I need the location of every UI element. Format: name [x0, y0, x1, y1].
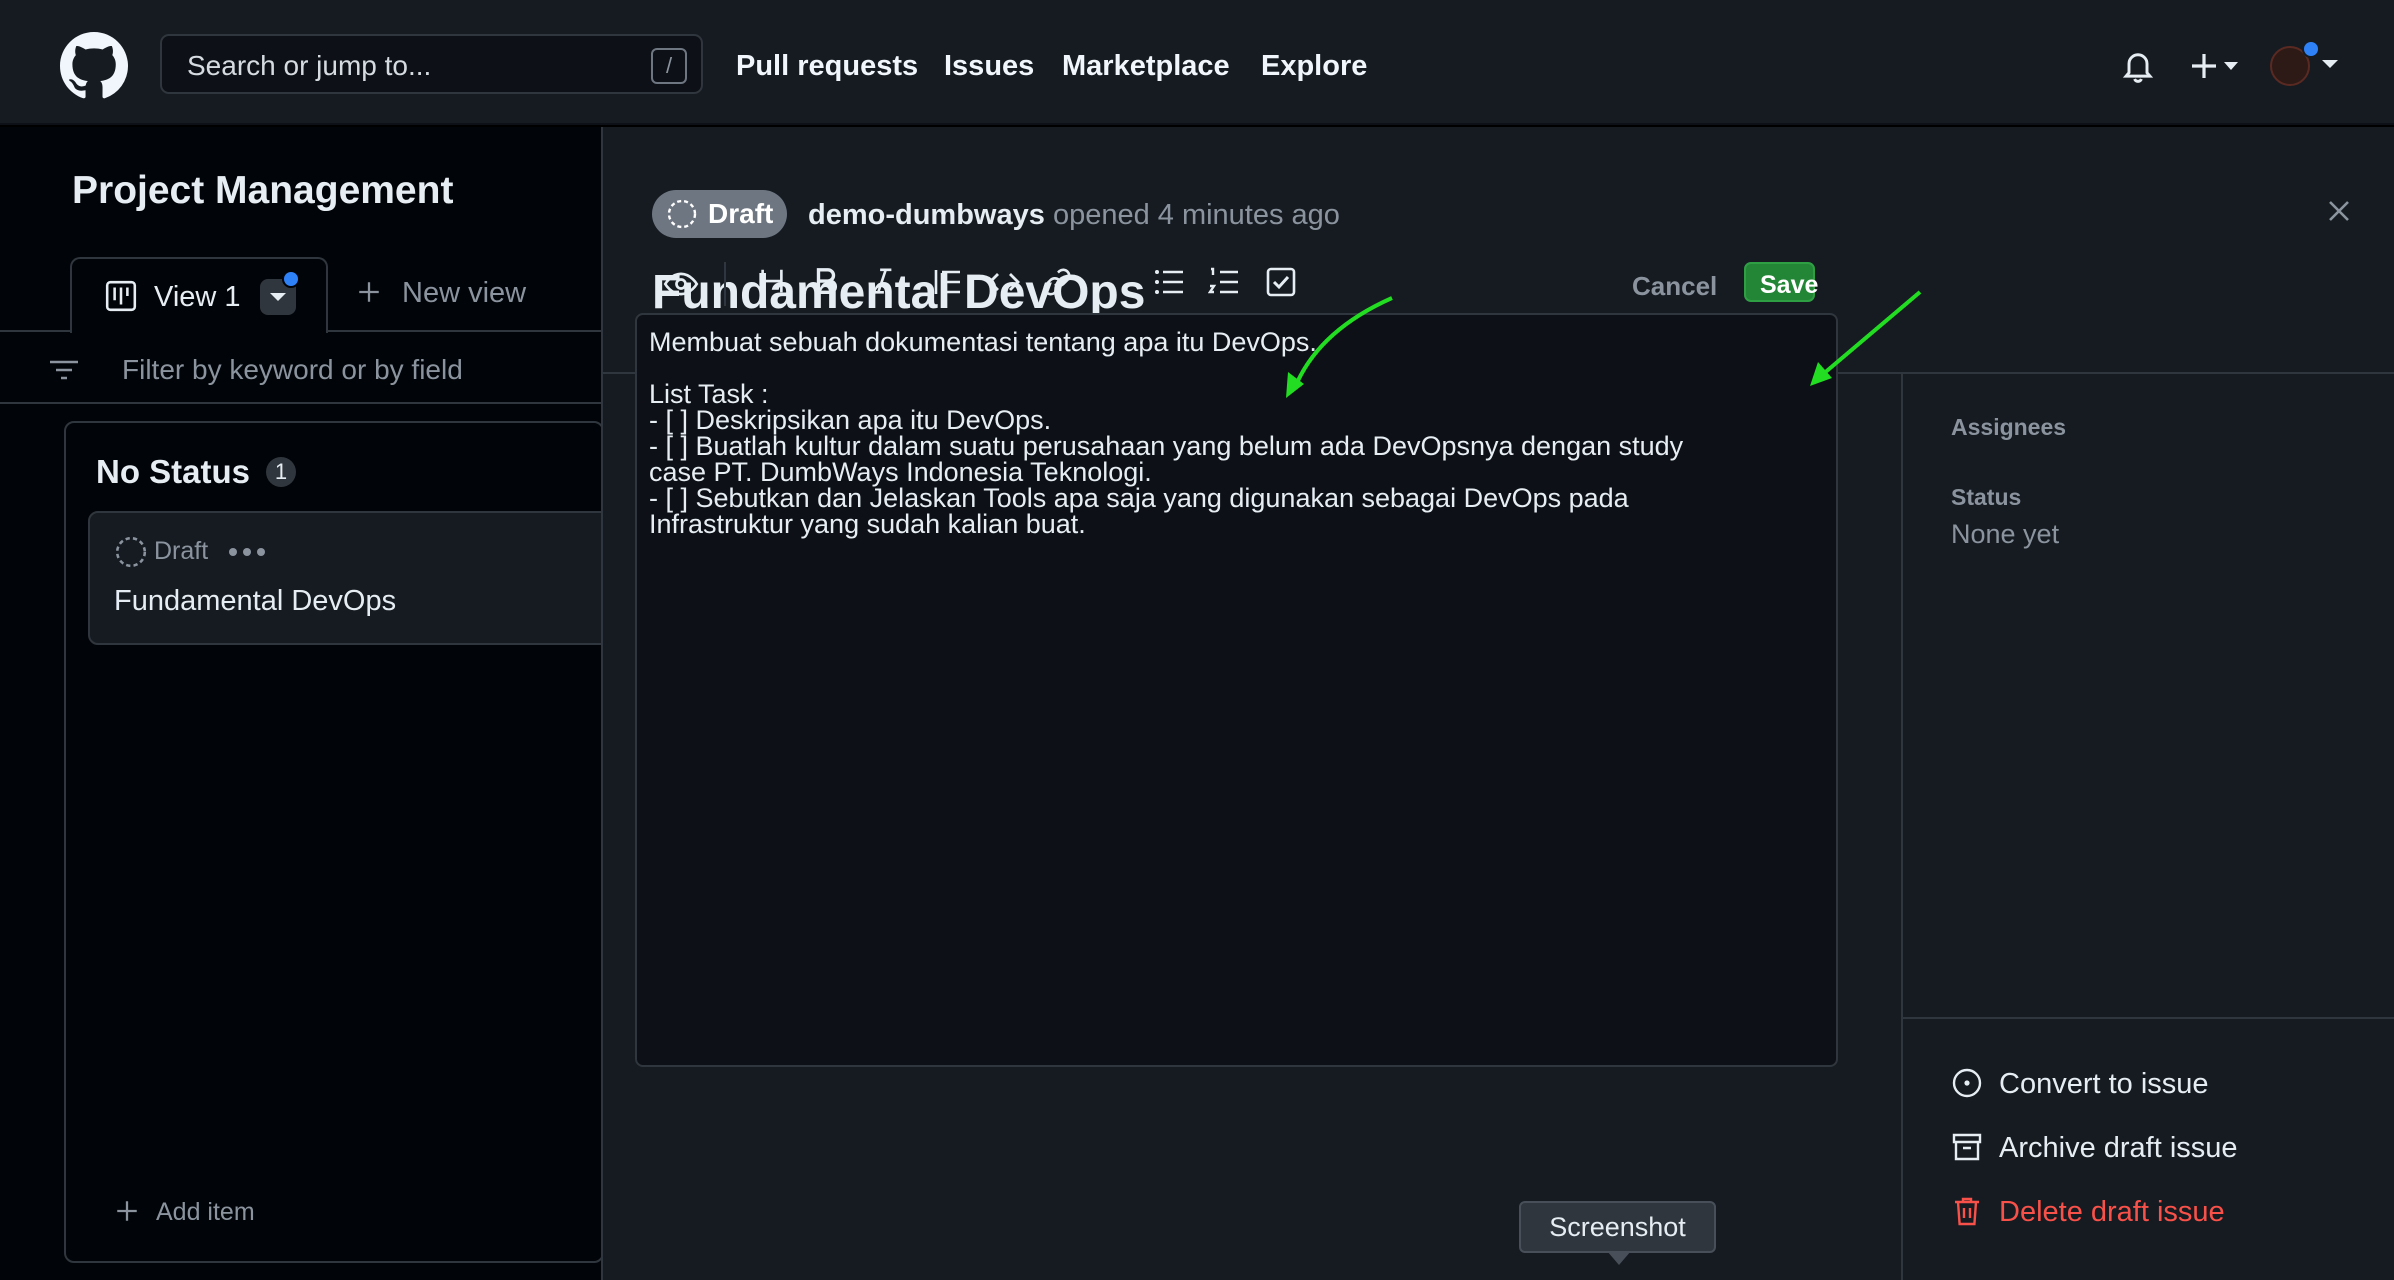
ordered-list-icon[interactable]	[1208, 266, 1240, 298]
card-status-label: Draft	[154, 537, 209, 565]
search-placeholder: Search or jump to...	[187, 50, 432, 81]
status-value: None yet	[1951, 519, 2060, 549]
convert-to-issue-button[interactable]: Convert to issue	[1999, 1068, 2209, 1101]
project-board: Project Management View 1 New view Filte…	[0, 127, 628, 1280]
global-header: Search or jump to... / Pull requests Iss…	[0, 0, 2394, 125]
nav-issues[interactable]: Issues	[944, 50, 1034, 83]
author-link[interactable]: demo-dumbways	[808, 199, 1045, 231]
save-button-label: Save	[1760, 271, 1819, 299]
bell-icon[interactable]	[2120, 48, 2156, 84]
tab-view-1-label: View 1	[154, 281, 241, 313]
tooltip-tail	[1607, 1251, 1631, 1265]
avatar-notification-dot	[2302, 40, 2320, 58]
plus-icon	[117, 1201, 137, 1221]
view-unsaved-dot	[282, 270, 300, 288]
link-icon[interactable]	[1041, 266, 1073, 298]
nav-pull-requests[interactable]: Pull requests	[736, 50, 918, 83]
preview-eye-icon[interactable]	[663, 266, 699, 302]
italic-icon[interactable]	[867, 266, 897, 296]
draft-state-badge: Draft	[652, 190, 788, 238]
draft-state-label: Draft	[708, 198, 774, 229]
status-label[interactable]: Status	[1951, 484, 2021, 511]
column-title: No Status	[96, 453, 251, 490]
assignees-label[interactable]: Assignees	[1951, 414, 2066, 441]
new-view-label: New view	[402, 277, 527, 309]
draft-issue-panel: Draft demo-dumbways opened 4 minutes ago…	[601, 127, 2394, 1280]
quote-icon[interactable]	[932, 266, 964, 298]
code-icon[interactable]	[987, 266, 1021, 298]
draft-icon	[667, 199, 697, 229]
create-new-plus-icon[interactable]	[2188, 50, 2242, 82]
nav-explore[interactable]: Explore	[1261, 50, 1367, 83]
sidebar-footer-divider	[1903, 1017, 2394, 1019]
tab-view-1[interactable]: View 1	[70, 257, 328, 333]
opened-meta: demo-dumbways opened 4 minutes ago	[808, 199, 1340, 232]
save-button[interactable]: Save	[1744, 262, 1819, 302]
screenshot-tooltip: Screenshot	[1519, 1201, 1716, 1253]
cancel-button[interactable]: Cancel	[1632, 271, 1717, 302]
board-column-no-status: No Status 1 Draft Fundamental DevOps Add…	[64, 421, 628, 1263]
delete-draft-button[interactable]: Delete draft issue	[1999, 1196, 2225, 1229]
add-item-label: Add item	[156, 1198, 255, 1226]
body-textarea[interactable]: Membuat sebuah dokumentasi tentang apa i…	[635, 313, 1838, 1067]
plus-icon	[359, 282, 379, 302]
trash-icon	[1955, 1197, 1979, 1226]
card-title: Fundamental DevOps	[114, 585, 397, 617]
opened-time: opened 4 minutes ago	[1052, 199, 1340, 231]
board-view-icon	[105, 280, 137, 312]
filter-bar[interactable]: Filter by keyword or by field	[0, 334, 601, 404]
draft-status-icon	[115, 536, 147, 568]
toolbar-divider	[724, 262, 726, 306]
issue-open-icon	[1952, 1068, 1982, 1098]
archive-icon	[1952, 1133, 1982, 1161]
archive-draft-button[interactable]: Archive draft issue	[1999, 1132, 2238, 1165]
search-input[interactable]: Search or jump to... /	[160, 34, 703, 94]
sidebar-divider	[1901, 374, 1903, 1280]
app-root: Search or jump to... / Pull requests Iss…	[0, 0, 2394, 1280]
github-logo-icon[interactable]	[60, 32, 128, 100]
avatar-caret-icon[interactable]	[2322, 58, 2338, 70]
column-count-badge: 1	[266, 457, 296, 487]
filter-input-placeholder: Filter by keyword or by field	[122, 354, 463, 385]
unordered-list-icon[interactable]	[1153, 266, 1185, 298]
heading-icon[interactable]	[757, 266, 787, 296]
search-shortcut-key: /	[651, 48, 687, 84]
bold-icon[interactable]	[811, 266, 841, 296]
body-line: Infrastruktur yang sudah kalian buat.	[649, 509, 1086, 539]
nav-marketplace[interactable]: Marketplace	[1062, 50, 1230, 83]
chevron-down-icon	[270, 293, 286, 301]
filter-icon	[50, 360, 78, 380]
project-title: Project Management	[72, 169, 454, 212]
body-line: Membuat sebuah dokumentasi tentang apa i…	[649, 327, 1317, 357]
task-list-icon[interactable]	[1265, 266, 1297, 298]
close-icon[interactable]	[2323, 195, 2355, 227]
draft-item-card[interactable]: Draft Fundamental DevOps	[88, 511, 628, 645]
kebab-menu-icon[interactable]	[228, 547, 266, 557]
